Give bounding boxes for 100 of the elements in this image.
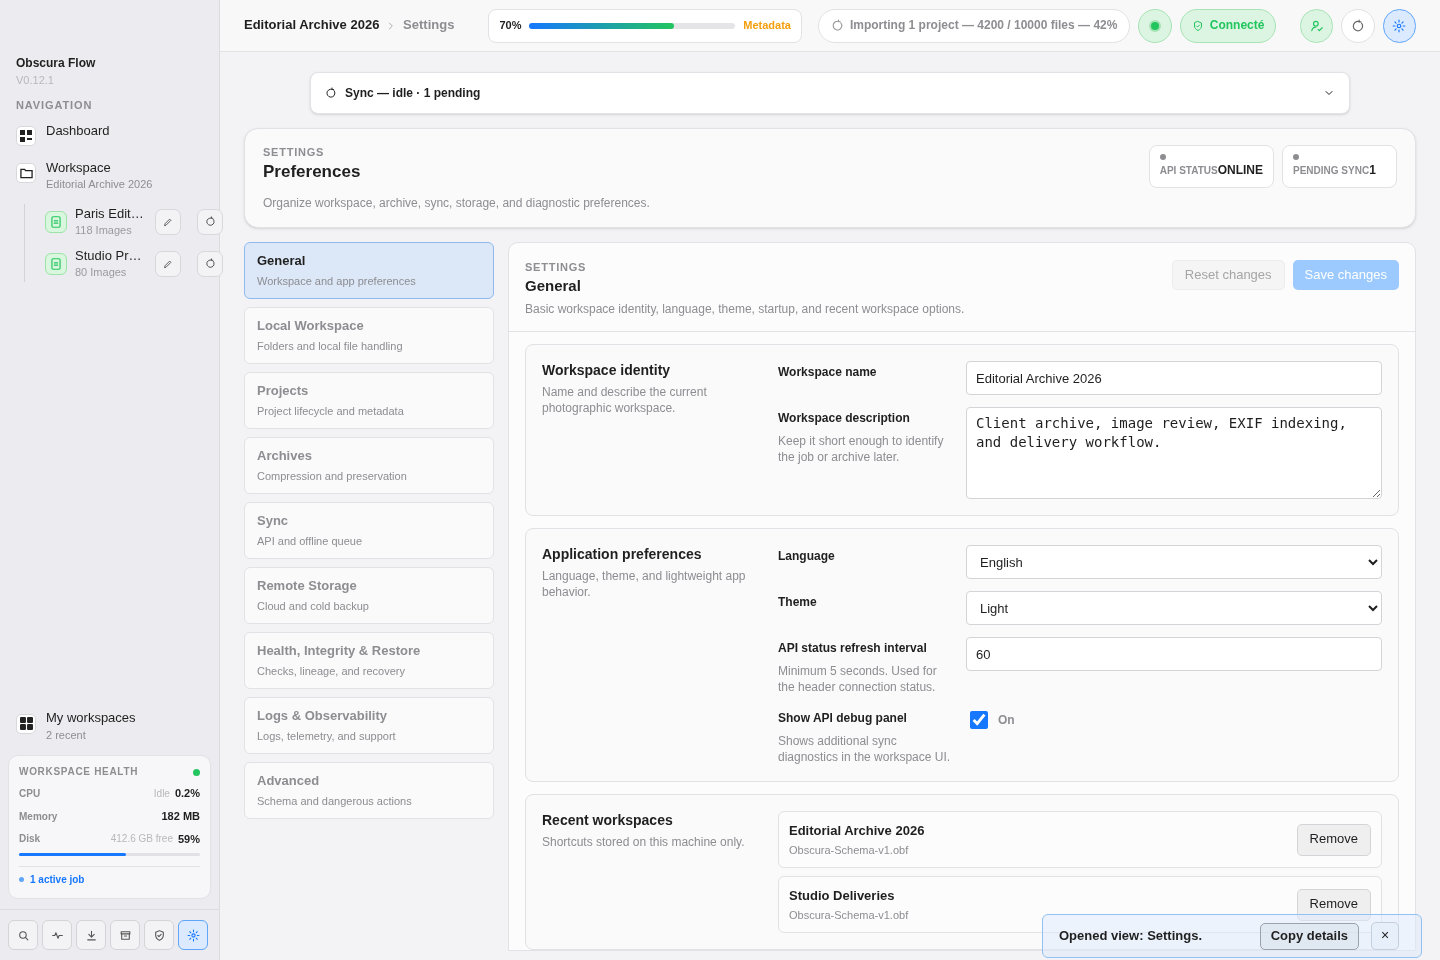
refresh-icon (204, 216, 216, 227)
shield-check-icon (152, 928, 166, 942)
shield-check-icon (1191, 19, 1204, 32)
section-description: Language, theme, and lightweight app behavior. (542, 568, 747, 600)
shield-tool-button[interactable] (144, 920, 174, 950)
import-status: Importing 1 project — 4200 / 10000 files — 42% (849, 18, 1118, 33)
settings-icon (186, 928, 200, 942)
nav-item[interactable]: My workspaces 2 recent (0, 709, 219, 755)
metric-note: 412.6 GB free (110, 833, 173, 846)
metric-value: 59% (177, 832, 200, 847)
settings-icon (1392, 18, 1407, 33)
archive-box-icon (118, 928, 132, 942)
page-description: Organize workspace, archive, sync, storage, and diagnostic preferences. (263, 195, 651, 211)
refresh-icon (325, 87, 337, 99)
field-label: Show API debug panel (778, 710, 908, 726)
document-icon (45, 210, 67, 233)
connection-indicator (1138, 8, 1172, 43)
metric-label: Memory (19, 810, 58, 824)
settings-tab[interactable]: General Workspace and app preferences (244, 242, 494, 299)
checkbox-label: On (998, 712, 1015, 728)
workspace-file: Obscura-Schema-v1.obf (789, 907, 909, 922)
close-button[interactable]: × (1371, 922, 1399, 950)
field-label: Theme (778, 594, 818, 610)
dropdown-field[interactable]: English (966, 545, 1382, 579)
user-action-button[interactable] (1300, 8, 1334, 43)
remove-button[interactable]: Remove (1296, 888, 1371, 921)
search-icon (16, 928, 30, 942)
pencil-icon (163, 216, 173, 227)
eyebrow-label: SETTINGS (263, 145, 326, 159)
nav-label: Dashboard (46, 122, 110, 139)
remove-button[interactable]: Remove (1296, 823, 1371, 856)
breadcrumb-item[interactable]: Editorial Archive 2026 (244, 17, 380, 34)
user-check-icon (1309, 18, 1324, 33)
refresh-icon (830, 19, 844, 32)
metric-label: Disk (19, 833, 41, 846)
pencil-icon (163, 258, 173, 269)
nav-item[interactable]: Workspace Editorial Archive 2026 (16, 155, 203, 196)
settings-action-button[interactable] (1382, 8, 1416, 43)
copy-details-button[interactable]: Copy details (1259, 922, 1359, 950)
search-tool-button[interactable] (8, 920, 38, 950)
badge-value: ONLINE (1217, 163, 1263, 178)
field-label: API status refresh interval (778, 640, 928, 656)
edit-button[interactable] (155, 208, 181, 235)
project-count: 80 Images (75, 265, 128, 280)
archive-tool-button[interactable] (110, 920, 140, 950)
refresh-button[interactable] (197, 250, 223, 277)
card-title: WORKSPACE HEALTH (19, 765, 139, 779)
field-hint: Shows additional sync diagnostics in the workspace UI. (778, 733, 952, 765)
toast-message: Opened view: Settings. (1059, 927, 1204, 945)
project-name[interactable]: Studio Pr… (75, 247, 145, 264)
metric-value: 182 MB (161, 810, 200, 824)
grid-icon (16, 125, 36, 146)
section-title: Application preferences (542, 545, 703, 563)
badge-value: 1 (1369, 163, 1376, 178)
field-hint: Keep it short enough to identify the job or archive later. (778, 433, 945, 465)
text-field[interactable]: Editorial Archive 2026 (966, 361, 1382, 395)
description-field[interactable]: Client archive, image review, EXIF indexing, and delivery workflow. (966, 407, 1382, 499)
nav-sublabel: Editorial Archive 2026 (46, 177, 153, 192)
activity-tool-button[interactable] (42, 920, 72, 950)
section-title: Recent workspaces (542, 811, 674, 829)
section-title: Workspace identity (542, 361, 672, 379)
download-icon (84, 928, 98, 942)
download-tool-button[interactable] (76, 920, 106, 950)
active-jobs-link[interactable]: 1 active job (30, 873, 85, 886)
edit-button[interactable] (155, 250, 181, 277)
nav-sublabel: 2 recent (46, 729, 87, 743)
grid-icon (16, 713, 36, 734)
panel-description: Basic workspace identity, language, theme, startup, and recent workspace options. (525, 301, 966, 317)
checkbox[interactable] (970, 711, 988, 729)
field-label: Workspace description (778, 410, 911, 426)
nav-label: Workspace (46, 159, 112, 176)
page-title: Preferences (263, 161, 362, 183)
document-icon (45, 252, 67, 275)
project-name[interactable]: Paris Edit… (75, 205, 145, 222)
workspace-name: Editorial Archive 2026 (789, 822, 925, 839)
badge-label: API STATUS (1159, 165, 1218, 178)
progress-percent: 70% (499, 18, 522, 33)
nav-label: My workspaces (46, 709, 136, 726)
nav-item[interactable]: Dashboard (16, 118, 203, 150)
eyebrow-label: SETTINGS (525, 260, 588, 274)
progress-label: Metadata (743, 18, 791, 33)
field-hint: Minimum 5 seconds. Used for the header connection status. (778, 663, 938, 695)
settings-tool-button[interactable] (178, 920, 208, 950)
dropdown-field[interactable]: Light (966, 591, 1382, 625)
badge-label: PENDING SYNC (1293, 165, 1370, 178)
folder-icon (16, 162, 36, 183)
refresh-action-button[interactable] (1341, 8, 1375, 43)
metric-value: 0.2% (174, 787, 200, 801)
refresh-button[interactable] (197, 208, 223, 235)
section-description: Name and describe the current photographic workspace. (542, 384, 708, 416)
section-heading: NAVIGATION (16, 98, 94, 113)
sync-status-bar[interactable]: Sync — idle · 1 pending (310, 72, 1350, 114)
workspace-file: Obscura-Schema-v1.obf (789, 842, 909, 857)
panel-title: General (525, 276, 582, 296)
metric-note: Idle (153, 787, 170, 801)
field-label: Language (778, 548, 836, 564)
metric-label: CPU (19, 787, 41, 801)
text-field[interactable]: 60 (966, 637, 1382, 671)
sync-status: Sync — idle · 1 pending (345, 85, 482, 101)
project-count: 118 Images (75, 223, 133, 238)
